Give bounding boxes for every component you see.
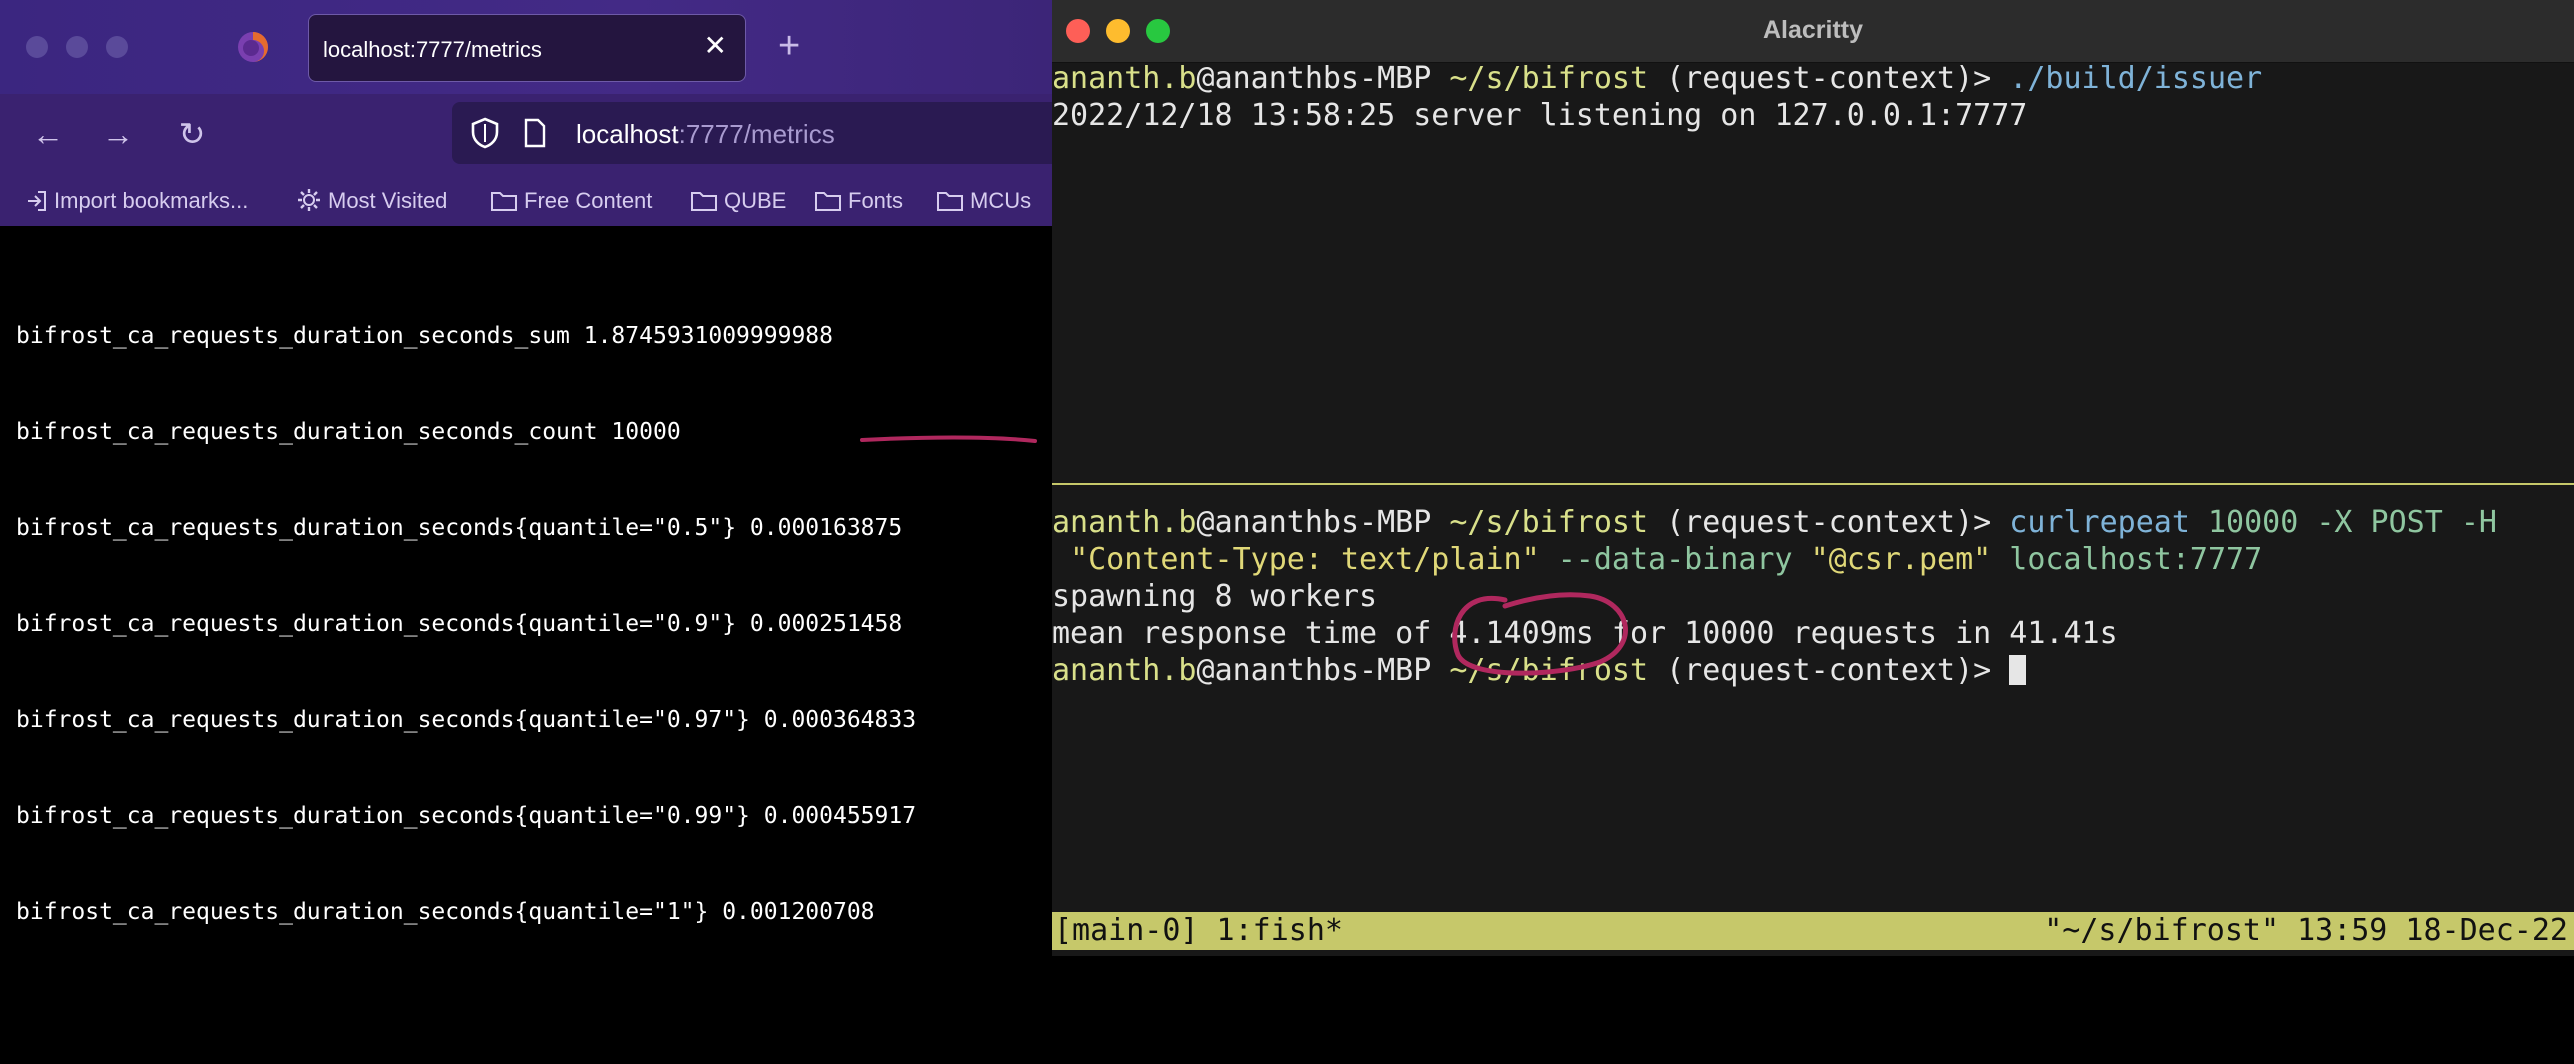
metrics-line: bifrost_ca_requests_duration_seconds{qua… [16, 899, 875, 925]
command-string: "@csr.pem" [1810, 542, 1992, 577]
command-continuation-line: "Content-Type: text/plain" --data-binary… [1052, 541, 2262, 578]
firefox-icon [238, 32, 268, 62]
folder-icon [491, 192, 517, 211]
result-suffix: for 10000 requests in 41.41s [1593, 616, 2118, 651]
tab-title: localhost:7777/metrics [323, 37, 542, 62]
server-log-line: 2022/12/18 13:58:25 server listening on … [1052, 98, 2028, 133]
prompt-at: @ [1196, 61, 1215, 96]
tab-strip: localhost:7777/metrics ✕ + [0, 0, 1052, 94]
prompt-path: ~/s/bifrost [1449, 653, 1649, 688]
bookmarks-toolbar: Import bookmarks... Most Visited Free Co… [0, 176, 1052, 226]
bookmark-qube[interactable]: QUBE [690, 186, 786, 216]
url-bar[interactable]: localhost:7777/metrics [452, 102, 1072, 164]
back-arrow-icon[interactable]: ← [28, 114, 68, 154]
prompt-at: @ [1196, 505, 1215, 540]
metrics-line: bifrost_ca_requests_duration_seconds{qua… [16, 611, 903, 637]
close-icon[interactable]: ✕ [704, 31, 727, 61]
forward-arrow-icon[interactable]: → [98, 114, 138, 154]
window-close-button[interactable] [26, 36, 48, 58]
pane-divider[interactable] [1052, 483, 2574, 485]
reload-icon[interactable]: ↻ [172, 114, 212, 154]
bottom-pane-prompt-line[interactable]: ananth.b@ananthbs-MBP ~/s/bifrost (reque… [1052, 504, 2497, 541]
result-line: mean response time of 4.1409ms for 10000… [1052, 615, 2118, 652]
prompt-branch: (request-context) [1666, 61, 1974, 96]
folder-icon [937, 192, 963, 211]
top-pane-prompt-line[interactable]: ananth.b@ananthbs-MBP ~/s/bifrost (reque… [1052, 60, 2262, 97]
bookmark-label: Free Content [524, 188, 653, 213]
bookmark-fonts[interactable]: Fonts [814, 186, 903, 216]
folder-icon [691, 192, 717, 211]
bookmark-import[interactable]: Import bookmarks... [24, 186, 248, 216]
url-path: :7777/metrics [678, 119, 835, 149]
terminal-cursor[interactable] [2009, 655, 2027, 685]
window-minimize-button[interactable] [66, 36, 88, 58]
navigation-toolbar: ← → ↻ localhost:7777/metrics [0, 94, 1072, 176]
prompt-user: ananth.b [1052, 505, 1197, 540]
metrics-line: bifrost_ca_requests_duration_seconds{qua… [16, 515, 903, 541]
bookmark-free-content[interactable]: Free Content [490, 186, 652, 216]
prompt-user: ananth.b [1052, 61, 1197, 96]
command-text: ./build/issuer [2009, 61, 2263, 96]
metrics-text: bifrost_ca_requests_duration_seconds_sum… [16, 256, 916, 992]
metrics-line: bifrost_ca_requests_duration_seconds{qua… [16, 803, 917, 829]
window-zoom-button[interactable] [106, 36, 128, 58]
prompt-path: ~/s/bifrost [1449, 61, 1649, 96]
tmux-status-right: "~/s/bifrost" 13:59 18-Dec-22 [2044, 913, 2568, 948]
url-host: localhost [576, 119, 679, 149]
bookmark-label: Most Visited [328, 188, 448, 213]
prompt-user: ananth.b [1052, 653, 1197, 688]
prompt-branch: (request-context) [1666, 653, 1974, 688]
command-args: localhost:7777 [2009, 542, 2263, 577]
prompt-host: ananthbs-MBP [1214, 653, 1432, 688]
prompt-at: @ [1196, 653, 1215, 688]
tmux-session-info[interactable]: [main-0] 1:fish* [1054, 912, 1343, 950]
result-prefix: mean response time of [1052, 616, 1450, 651]
prompt-symbol: > [1973, 653, 1992, 688]
page-content: bifrost_ca_requests_duration_seconds_sum… [0, 226, 1052, 956]
tab-metrics[interactable]: localhost:7777/metrics ✕ [308, 14, 746, 82]
bookmark-label: Fonts [848, 188, 904, 213]
import-icon [28, 191, 46, 211]
mean-response-time: 4.1409ms [1449, 616, 1594, 651]
gear-icon [298, 189, 320, 211]
url-text[interactable]: localhost:7777/metrics [576, 119, 835, 150]
bookmark-label: Import bookmarks... [54, 188, 249, 213]
shield-icon[interactable] [470, 117, 500, 149]
tmux-status-bar: [main-0] 1:fish* "~/s/bifrost" 13:59 18-… [1052, 912, 2574, 950]
bookmark-label: MCUs [970, 188, 1032, 213]
prompt-symbol: > [1973, 505, 1992, 540]
prompt-path: ~/s/bifrost [1449, 505, 1649, 540]
window-title: Alacritty [1762, 16, 1864, 44]
active-prompt-line[interactable]: ananth.b@ananthbs-MBP ~/s/bifrost (reque… [1052, 652, 2027, 689]
command-args: 10000 -X POST -H [2207, 505, 2497, 540]
prompt-branch: (request-context) [1666, 505, 1974, 540]
prompt-host: ananthbs-MBP [1214, 505, 1432, 540]
bookmark-mcus[interactable]: MCUs [936, 186, 1031, 216]
new-tab-button[interactable]: + [778, 26, 800, 66]
metrics-line: bifrost_ca_requests_duration_seconds{qua… [16, 707, 917, 733]
bookmark-most-visited[interactable]: Most Visited [296, 186, 447, 216]
page-icon[interactable] [522, 118, 548, 148]
terminal-titlebar: Alacritty [1052, 0, 2574, 63]
prompt-host: ananthbs-MBP [1214, 61, 1432, 96]
bookmark-label: QUBE [724, 188, 787, 213]
output-line: spawning 8 workers [1052, 579, 1378, 614]
folder-icon [815, 192, 841, 211]
metrics-line: bifrost_ca_requests_duration_seconds_cou… [16, 419, 681, 445]
command-name: curlrepeat [2009, 505, 2190, 540]
alacritty-window: Alacritty ananth.b@ananthbs-MBP ~/s/bifr… [1052, 0, 2574, 956]
metrics-line: bifrost_ca_requests_duration_seconds_sum… [16, 323, 833, 349]
firefox-window: localhost:7777/metrics ✕ + ← → ↻ localho… [0, 0, 1072, 956]
command-string: "Content-Type: text/plain" [1070, 542, 1540, 577]
prompt-symbol: > [1973, 61, 1992, 96]
command-args: --data-binary [1557, 542, 1793, 577]
